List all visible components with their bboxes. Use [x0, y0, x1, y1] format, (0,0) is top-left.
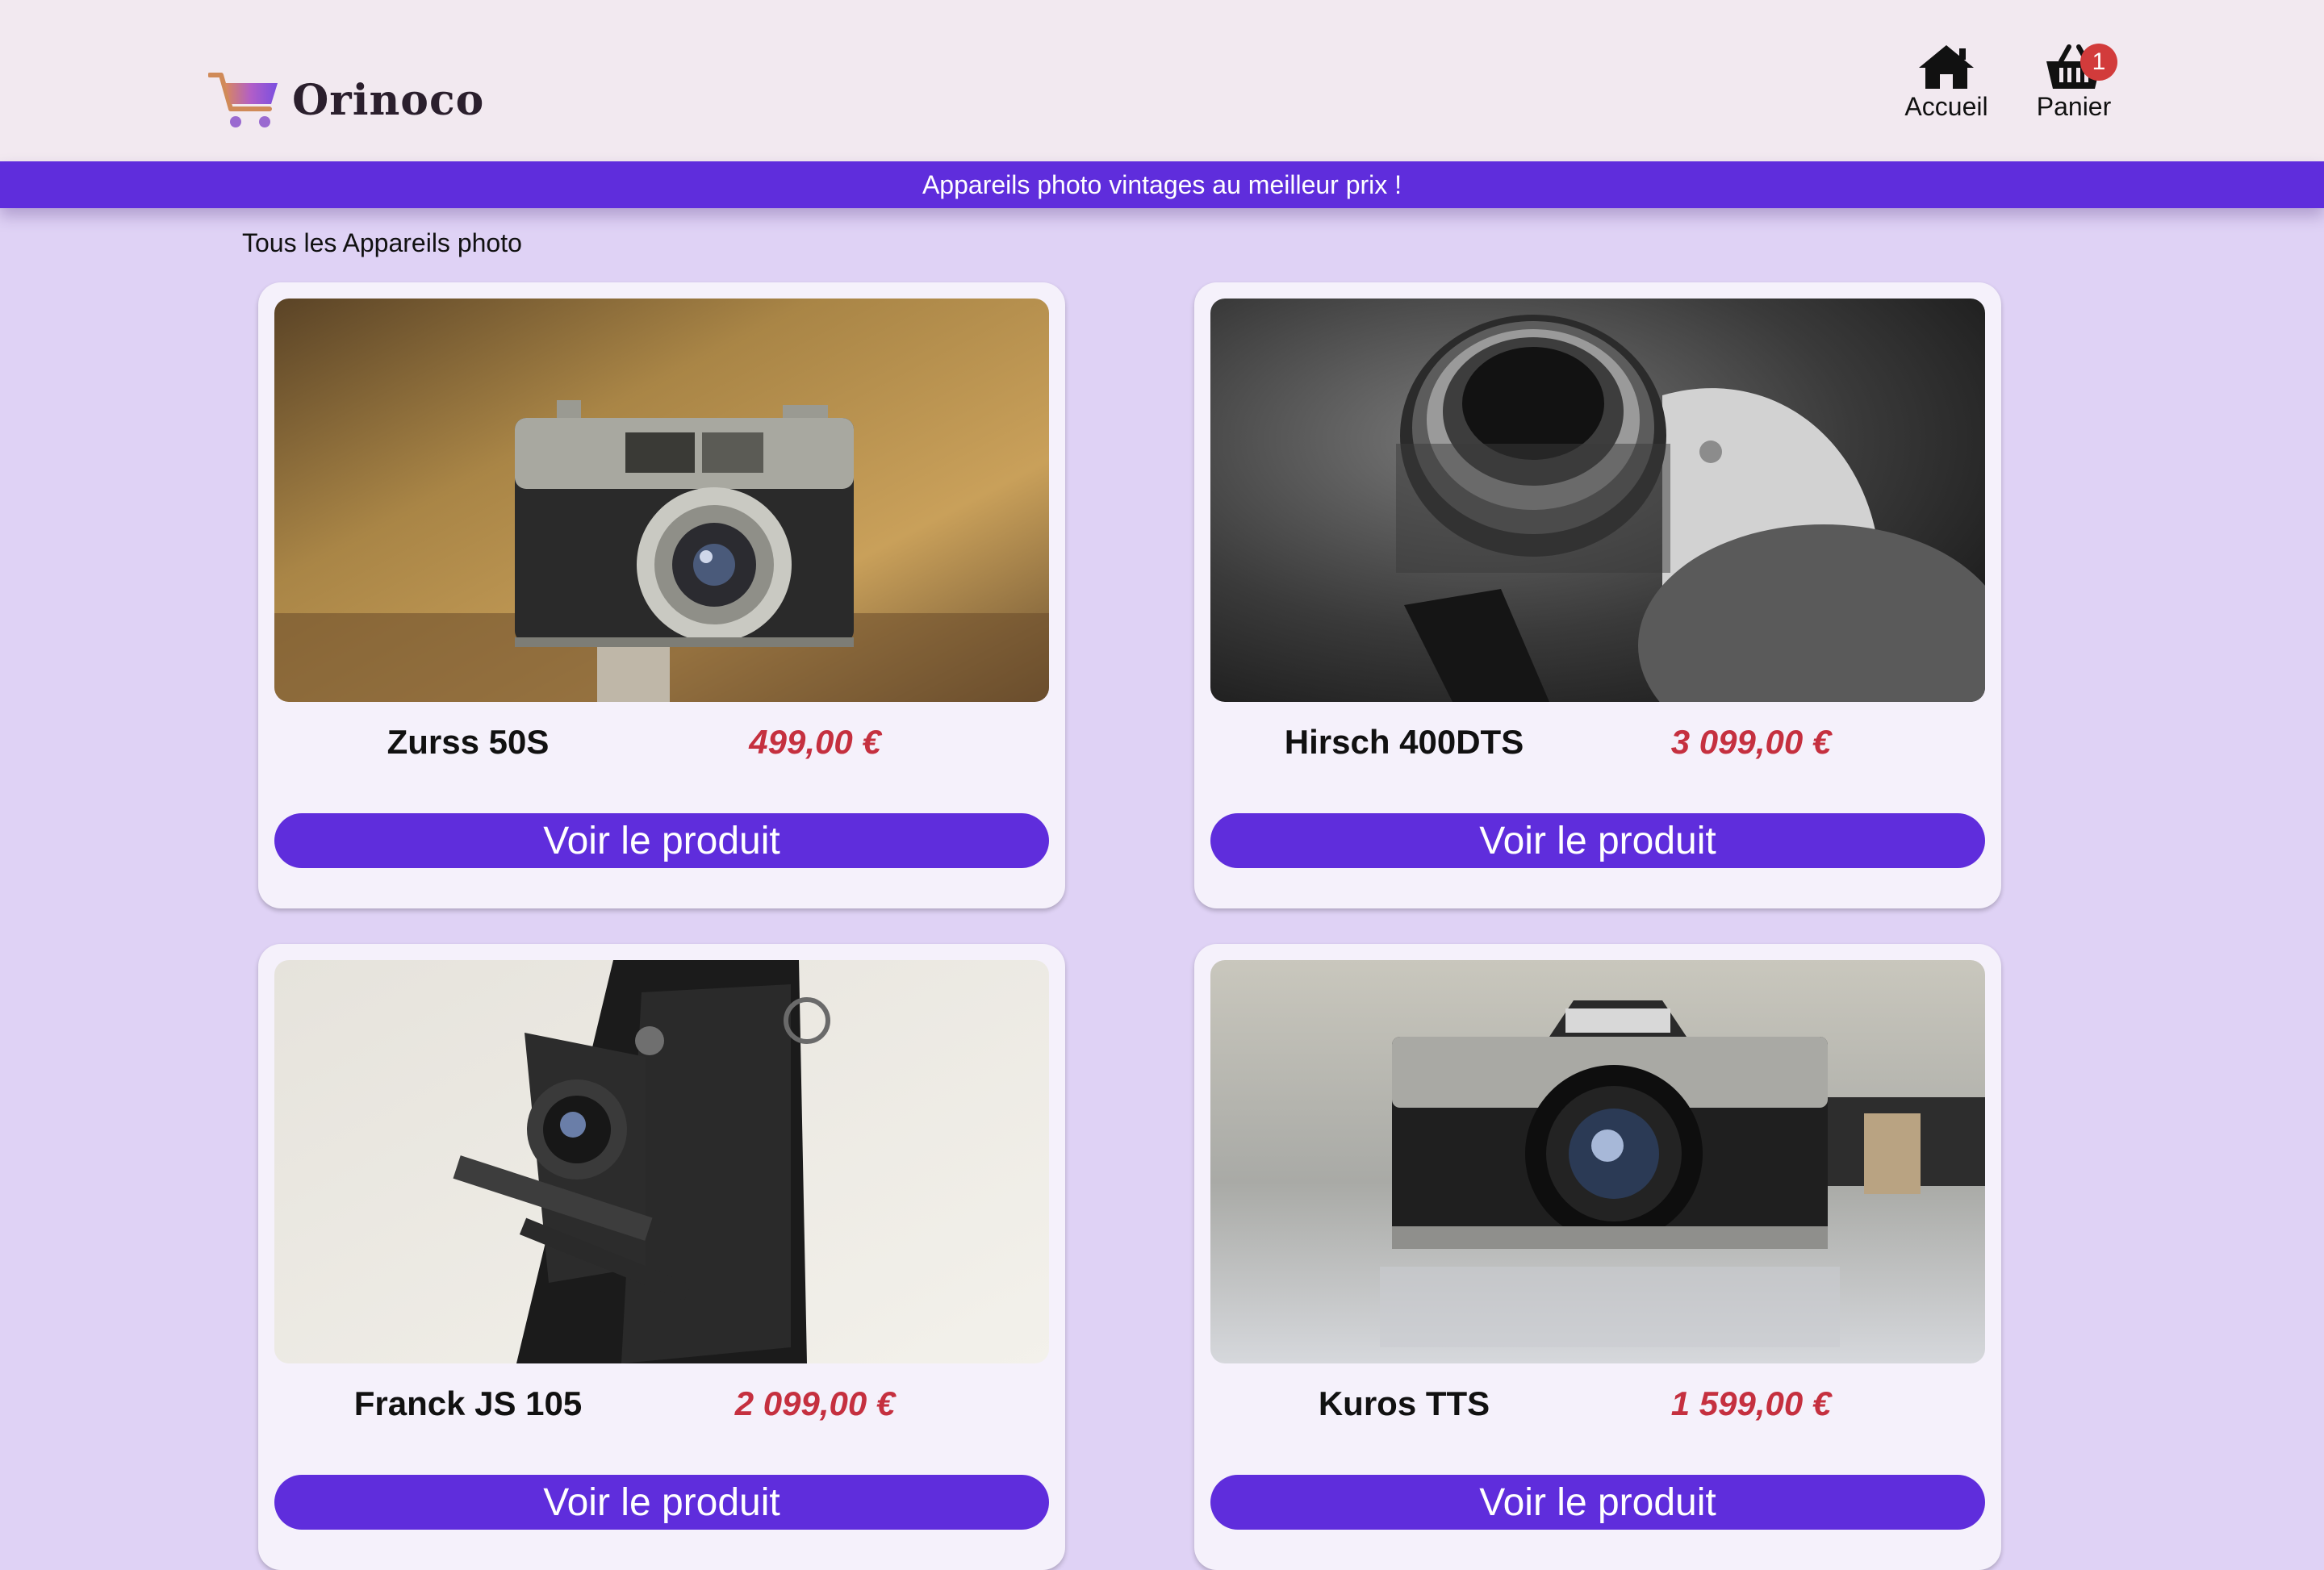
product-name: Zurss 50S [387, 723, 550, 761]
view-product-button[interactable]: Voir le produit [274, 813, 1049, 868]
product-price: 3 099,00 € [1670, 723, 1832, 761]
product-card: Hirsch 400DTS 3 099,00 € Voir le produit [1194, 282, 2001, 908]
product-name: Franck JS 105 [353, 1384, 583, 1422]
camera-photo [274, 299, 1049, 702]
site-header: Orinoco Accueil 1 Panier [0, 0, 2324, 161]
product-image[interactable] [1210, 299, 1985, 702]
product-image[interactable] [274, 299, 1049, 702]
product-image[interactable] [274, 960, 1049, 1363]
product-card: Kuros TTS 1 599,00 € Voir le produit [1194, 944, 2001, 1570]
nav-cart-label: Panier [2036, 92, 2112, 121]
camera-photo [1210, 960, 1985, 1363]
product-name: Kuros TTS [1318, 1384, 1490, 1422]
cart-count-badge: 1 [2080, 44, 2117, 81]
view-product-button[interactable]: Voir le produit [1210, 1475, 1985, 1530]
product-price: 2 099,00 € [734, 1384, 896, 1422]
nav-cart-link[interactable]: 1 Panier [2024, 42, 2124, 122]
product-card: Franck JS 105 2 099,00 € Voir le produit [258, 944, 1065, 1570]
product-card: Zurss 50S 499,00 € Voir le produit [258, 282, 1065, 908]
promo-banner-text: Appareils photo vintages au meilleur pri… [922, 169, 1402, 199]
product-name: Hirsch 400DTS [1284, 723, 1524, 761]
promo-banner: Appareils photo vintages au meilleur pri… [0, 161, 2324, 208]
shopping-cart-logo-icon [208, 73, 278, 127]
home-icon [1919, 45, 1974, 89]
view-product-button[interactable]: Voir le produit [1210, 813, 1985, 868]
nav-home-link[interactable]: Accueil [1896, 42, 1996, 122]
product-price: 1 599,00 € [1670, 1384, 1832, 1422]
camera-photo [1210, 299, 1985, 702]
catalog-title: Tous les Appareils photo [242, 228, 522, 257]
nav-home-label: Accueil [1904, 92, 1988, 121]
product-price: 499,00 € [749, 723, 881, 761]
brand-name: Orinoco [292, 75, 485, 125]
brand-logo[interactable]: Orinoco [208, 66, 484, 134]
product-image[interactable] [1210, 960, 1985, 1363]
camera-photo [274, 960, 1049, 1363]
view-product-button[interactable]: Voir le produit [274, 1475, 1049, 1530]
